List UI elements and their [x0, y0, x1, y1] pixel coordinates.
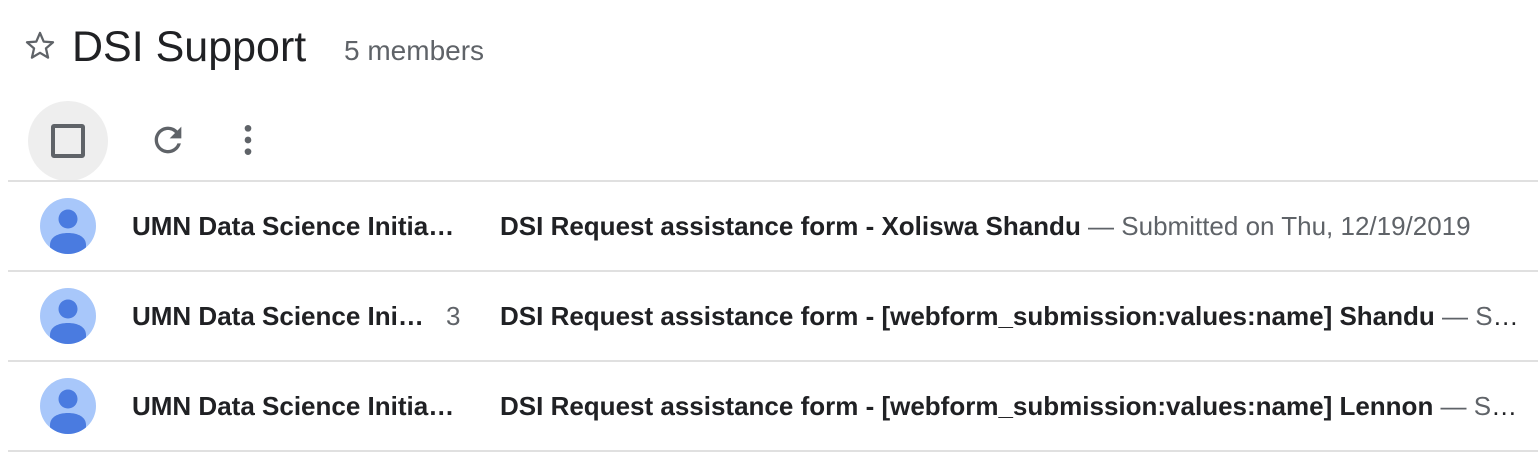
star-outline-icon	[25, 31, 55, 59]
message-preview: DSI Request assistance form - [webform_s…	[500, 390, 1526, 422]
snippet: — Submitted on Thu, 12/19/2019	[1080, 211, 1471, 241]
subject: DSI Request assistance form - [webform_s…	[500, 391, 1434, 421]
conversation-list: UMN Data Science Initiative DSI Request …	[8, 180, 1538, 452]
select-all-button[interactable]	[28, 101, 108, 181]
toolbar	[0, 96, 1538, 182]
subject: DSI Request assistance form - [webform_s…	[500, 301, 1435, 331]
conversation-row[interactable]: UMN Data Science Initiative DSI Request …	[8, 362, 1538, 452]
message-preview: DSI Request assistance form - [webform_s…	[500, 300, 1526, 332]
refresh-button[interactable]	[146, 118, 190, 162]
star-icon[interactable]	[22, 28, 58, 64]
sender-name: UMN Data Science Initiative	[132, 301, 432, 331]
snippet: — Submitted	[1442, 301, 1526, 331]
snippet: — Submitted	[1440, 391, 1526, 421]
avatar-icon	[40, 378, 96, 434]
conversation-row[interactable]: UMN Data Science Initiative DSI Request …	[8, 182, 1538, 272]
message-preview: DSI Request assistance form - Xoliswa Sh…	[500, 210, 1526, 242]
refresh-icon	[154, 126, 182, 154]
more-vert-icon	[244, 125, 252, 155]
member-count[interactable]: 5 members	[344, 35, 484, 67]
page-title: DSI Support	[72, 23, 307, 71]
avatar-icon	[40, 288, 96, 344]
sender-name: UMN Data Science Initiative	[132, 211, 462, 241]
avatar-icon	[40, 198, 96, 254]
sender-name: UMN Data Science Initiative	[132, 391, 462, 421]
checkbox-icon	[51, 124, 85, 158]
subject: DSI Request assistance form - Xoliswa Sh…	[500, 211, 1081, 241]
thread-count: 3	[446, 301, 461, 331]
conversation-row[interactable]: UMN Data Science Initiative 3 DSI Reques…	[8, 272, 1538, 362]
group-header: DSI Support 5 members	[0, 0, 1538, 96]
more-options-button[interactable]	[226, 118, 270, 162]
